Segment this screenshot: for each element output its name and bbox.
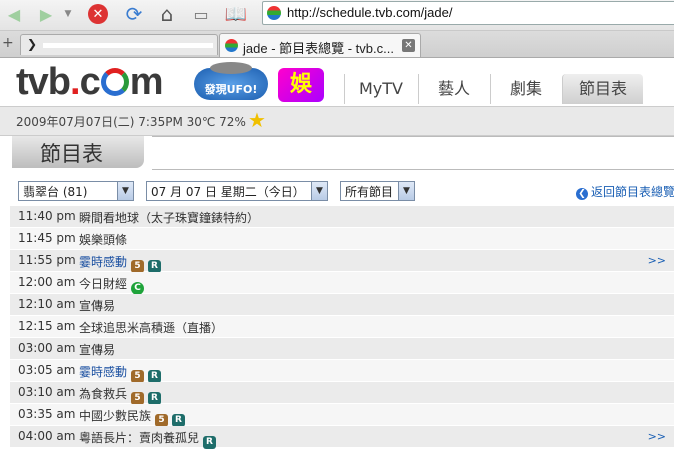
program-title: 中國少數民族 (79, 409, 152, 423)
tab-jade[interactable]: jade - 節目表總覽 - tvb.c... ✕ (219, 33, 421, 57)
entertainment-banner[interactable]: 娛 (278, 68, 324, 102)
program-time: 03:10 am (18, 385, 76, 399)
program-title-wrap: 宣傳易 (79, 341, 115, 358)
schedule-table: 11:40 pm 瞬間看地球（太子珠寶鐘錶特約） 11:45 pm 娛樂頭條 11:55… (10, 206, 674, 449)
program-title[interactable]: 霎時感動 (79, 365, 127, 379)
program-title[interactable]: 霎時感動 (79, 255, 127, 269)
date-weather-text: 2009年07月07日(二) 7:35PM 30℃ 72% (16, 115, 246, 129)
program-time: 03:35 am (18, 407, 76, 421)
schedule-row: 04:00 am 粵語長片：賣肉養孤兒 R >> (10, 426, 674, 449)
program-title-wrap: 中國少數民族 5 R (79, 407, 186, 427)
program-title-wrap[interactable]: 霎時感動 5 R (79, 363, 162, 383)
program-title-wrap: 娛樂頭條 (79, 231, 127, 248)
tvb-logo[interactable]: tvb.c m (16, 61, 163, 104)
program-time: 04:00 am (18, 429, 76, 443)
sidebar-book-icon[interactable]: 📖 (223, 3, 249, 25)
nav-mytv[interactable]: MyTV (344, 74, 417, 104)
star-icon: ★ (248, 108, 266, 132)
program-title-wrap: 為食救兵 5 R (79, 385, 162, 405)
program-time: 03:05 am (18, 363, 76, 377)
tab-loading-title (43, 43, 213, 48)
channel-select-value: 翡翠台 (81) (23, 185, 88, 199)
program-title-wrap[interactable]: 霎時感動 5 R (79, 253, 162, 273)
nav-drama[interactable]: 劇集 (490, 74, 561, 104)
section-divider (152, 136, 674, 170)
chevron-down-icon[interactable]: ▼ (311, 182, 327, 200)
schedule-row: 03:35 am 中國少數民族 5 R (10, 404, 674, 427)
loading-spinner-icon: ❯ (27, 37, 38, 51)
program-title: 粵語長片：賣肉養孤兒 (79, 431, 200, 445)
category-select[interactable]: 所有節目 ▼ (340, 181, 415, 201)
schedule-row: 03:05 am 霎時感動 5 R (10, 360, 674, 383)
date-select[interactable]: 07 月 07 日 星期二（今日） ▼ (146, 181, 328, 201)
address-url[interactable]: http://schedule.tvb.com/jade/ (287, 5, 452, 20)
ufo-banner-label: 發現UFO! (204, 83, 258, 96)
ufo-banner[interactable]: 發現UFO! (194, 62, 268, 100)
back-arrow-icon[interactable]: ◀ (4, 3, 24, 25)
tab-loading[interactable]: ❯ (20, 34, 218, 55)
chevron-down-icon[interactable]: ▼ (117, 182, 133, 200)
page-title: 節目表 (40, 142, 103, 166)
site-favicon-icon (267, 6, 281, 20)
program-title: 宣傳易 (79, 299, 116, 313)
repeat-r-icon: R (203, 436, 217, 449)
stop-icon[interactable]: ✕ (88, 4, 108, 24)
program-title: 瞬間看地球（太子珠寶鐘錶特約） (79, 211, 260, 225)
program-time: 12:15 am (18, 319, 76, 333)
home-icon[interactable]: ⌂ (155, 2, 179, 26)
schedule-row: 12:15 am 全球追思米高積遜（直播） (10, 316, 674, 338)
schedule-row: 12:10 am 宣傳易 (10, 294, 674, 316)
program-time: 12:10 am (18, 297, 76, 311)
chevron-down-icon[interactable]: ▼ (398, 182, 414, 200)
back-to-overview-label: 返回節目表總覽 (591, 185, 674, 199)
history-dropdown-icon[interactable]: ▼ (62, 3, 74, 25)
program-title-wrap: 粵語長片：賣肉養孤兒 R (79, 429, 217, 449)
date-select-value: 07 月 07 日 星期二（今日） (151, 185, 305, 199)
nav-artistes[interactable]: 藝人 (418, 74, 489, 104)
new-tab-icon[interactable]: + (2, 36, 16, 50)
program-title: 今日財經 (79, 277, 128, 291)
site-header: tvb.c m 發現UFO! 娛 MyTV 藝人 劇集 節目表 (0, 58, 674, 106)
forward-arrow-icon[interactable]: ▶ (36, 3, 56, 25)
program-title-wrap: 今日財經 C (79, 275, 145, 295)
program-title-wrap: 瞬間看地球（太子珠寶鐘錶特約） (79, 209, 259, 226)
section-heading: 節目表 (12, 136, 674, 170)
program-title-wrap: 全球追思米高積遜（直播） (79, 319, 223, 336)
program-time: 12:00 am (18, 275, 76, 289)
schedule-row: 11:55 pm 霎時感動 5 R >> (10, 250, 674, 273)
address-bar[interactable]: http://schedule.tvb.com/jade/ (262, 1, 674, 25)
bookmarks-icon[interactable]: ▭ (189, 3, 213, 25)
entertainment-banner-label: 娛 (289, 72, 312, 97)
reload-icon[interactable]: ⟳ (122, 2, 146, 26)
program-title: 娛樂頭條 (79, 233, 128, 247)
schedule-row: 03:00 am 宣傳易 (10, 338, 674, 360)
date-weather-bar: 2009年07月07日(二) 7:35PM 30℃ 72% ★ (0, 106, 674, 136)
browser-toolbar: ◀ ▶ ▼ ✕ ⟳ ⌂ ▭ 📖 http://schedule.tvb.com/… (0, 0, 674, 31)
schedule-row: 11:45 pm 娛樂頭條 (10, 228, 674, 250)
program-title: 為食救兵 (79, 387, 128, 401)
tab-favicon-icon (225, 39, 238, 52)
tab-close-icon[interactable]: ✕ (402, 39, 415, 52)
schedule-row: 12:00 am 今日財經 C (10, 272, 674, 295)
program-time: 11:45 pm (18, 231, 76, 245)
more-link[interactable]: >> (648, 254, 666, 267)
schedule-row: 03:10 am 為食救兵 5 R (10, 382, 674, 405)
back-to-overview-link[interactable]: ❮ 返回節目表總覽 (576, 183, 674, 200)
program-title-wrap: 宣傳易 (79, 297, 115, 314)
tab-strip: + ❯ jade - 節目表總覽 - tvb.c... ✕ (0, 31, 674, 58)
program-time: 11:55 pm (18, 253, 76, 267)
schedule-row: 11:40 pm 瞬間看地球（太子珠寶鐘錶特約） (10, 206, 674, 228)
program-title: 全球追思米高積遜（直播） (79, 321, 224, 335)
program-time: 03:00 am (18, 341, 76, 355)
program-time: 11:40 pm (18, 209, 76, 223)
back-arrow-icon: ❮ (576, 188, 588, 200)
nav-schedule[interactable]: 節目表 (562, 74, 643, 104)
channel-select[interactable]: 翡翠台 (81) ▼ (18, 181, 134, 201)
category-select-value: 所有節目 (345, 185, 394, 199)
tab-title: jade - 節目表總覽 - tvb.c... (243, 41, 394, 56)
more-link[interactable]: >> (648, 430, 666, 443)
program-title: 宣傳易 (79, 343, 116, 357)
